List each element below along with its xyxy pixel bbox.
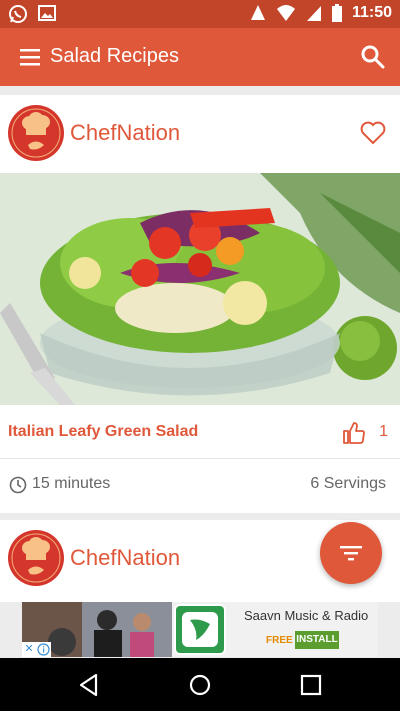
status-bar: 11:50	[0, 0, 400, 28]
thumbs-up-icon[interactable]	[342, 421, 366, 445]
ad-info-icon[interactable]	[36, 642, 51, 657]
system-nav-bar	[0, 658, 400, 711]
battery-icon	[331, 4, 342, 22]
recents-icon[interactable]	[298, 672, 324, 698]
servings: 6 Servings	[310, 475, 386, 492]
recipe-image[interactable]	[0, 173, 400, 405]
filter-fab-button[interactable]	[320, 522, 382, 584]
recipe-card[interactable]: ChefNation	[0, 95, 400, 513]
brand-name[interactable]: ChefNation	[70, 120, 180, 146]
home-icon[interactable]	[187, 672, 213, 698]
menu-icon[interactable]	[18, 46, 42, 68]
like-count: 1	[379, 423, 388, 440]
alarm-icon	[250, 5, 265, 20]
saavn-app-icon	[174, 604, 226, 655]
app-bar: Salad Recipes	[0, 28, 400, 86]
back-icon[interactable]	[76, 672, 102, 698]
heart-icon[interactable]	[360, 121, 386, 145]
search-icon[interactable]	[358, 42, 388, 72]
wifi-icon	[276, 5, 295, 21]
recipe-title[interactable]: Italian Leafy Green Salad	[8, 423, 198, 441]
page-title: Salad Recipes	[50, 45, 179, 67]
chefnation-logo	[8, 105, 64, 161]
install-button[interactable]: INSTALL	[295, 631, 339, 649]
cell-signal-icon	[306, 6, 321, 21]
whatsapp-icon	[9, 5, 27, 23]
chefnation-logo	[8, 530, 64, 586]
ad-app-name: Saavn Music & Radio	[244, 608, 369, 623]
ad-banner[interactable]: Saavn Music & Radio FREE INSTALL ✕	[22, 602, 378, 657]
divider	[0, 458, 400, 459]
cook-time: 15 minutes	[32, 475, 111, 492]
status-time: 11:50	[351, 4, 392, 21]
clock-icon	[9, 476, 27, 494]
ad-price: FREE	[266, 635, 293, 646]
image-icon	[38, 5, 56, 21]
brand-name[interactable]: ChefNation	[70, 545, 180, 571]
ad-close-icon[interactable]: ✕	[22, 642, 36, 657]
filter-icon	[340, 546, 362, 561]
